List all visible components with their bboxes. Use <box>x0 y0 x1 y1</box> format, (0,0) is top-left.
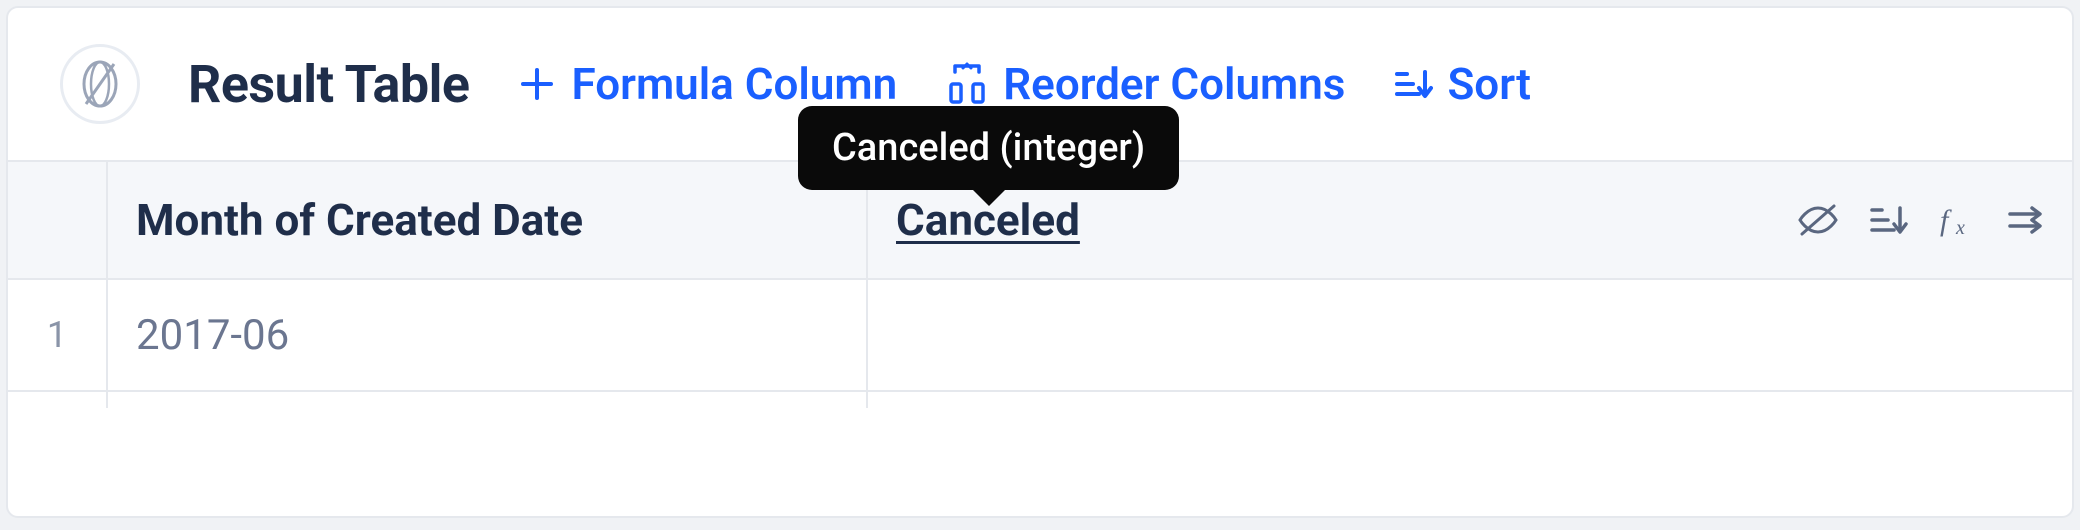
sort-icon <box>1393 64 1433 104</box>
cell-value: 2017-06 <box>136 311 289 360</box>
expand-button[interactable] <box>2004 200 2044 240</box>
table-cell[interactable] <box>868 280 2072 390</box>
row-number-cell: 1 <box>8 280 108 390</box>
formula-column-button[interactable]: Formula Column <box>517 58 897 110</box>
arrow-right-icon <box>2004 200 2044 240</box>
tooltip-text: Canceled (integer) <box>832 126 1145 170</box>
sort-icon <box>1868 200 1908 240</box>
reorder-columns-button[interactable]: Reorder Columns <box>945 58 1345 110</box>
data-table: Month of Created Date Canceled <box>8 160 2072 408</box>
column-1-label: Month of Created Date <box>136 194 583 246</box>
panel-logo <box>60 44 140 124</box>
fx-icon: f x <box>1936 200 1976 240</box>
formula-button[interactable]: f x <box>1936 200 1976 240</box>
table-cell <box>868 392 2072 408</box>
column-header-1[interactable]: Month of Created Date <box>108 162 868 278</box>
result-table-panel: Canceled (integer) Result Table Formu <box>6 6 2074 518</box>
sort-button[interactable]: Sort <box>1393 58 1530 110</box>
table-cell <box>108 392 868 408</box>
hide-column-button[interactable] <box>1796 198 1840 242</box>
table-cell[interactable]: 2017-06 <box>108 280 868 390</box>
empty-set-icon <box>78 58 122 110</box>
column-actions: f x <box>1796 198 2044 242</box>
table-row[interactable]: 1 2017-06 <box>8 280 2072 392</box>
formula-column-label: Formula Column <box>571 58 897 110</box>
row-number-header <box>8 162 108 278</box>
column-tooltip: Canceled (integer) <box>798 106 1179 190</box>
svg-text:f: f <box>1940 204 1952 237</box>
eye-off-icon <box>1796 198 1840 242</box>
sort-column-button[interactable] <box>1868 200 1908 240</box>
row-number: 1 <box>47 314 67 356</box>
sort-label: Sort <box>1447 58 1530 110</box>
svg-text:x: x <box>1955 217 1965 239</box>
reorder-icon <box>945 62 989 106</box>
plus-icon <box>517 64 557 104</box>
reorder-columns-label: Reorder Columns <box>1003 58 1345 110</box>
table-row <box>8 392 2072 408</box>
row-number-cell <box>8 392 108 408</box>
panel-title: Result Table <box>188 54 469 115</box>
